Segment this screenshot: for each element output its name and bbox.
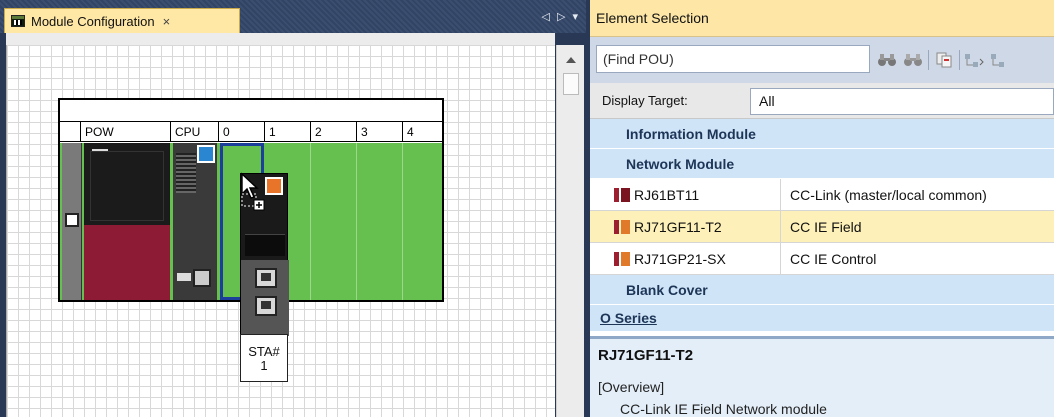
- binoculars-icon[interactable]: [876, 49, 898, 71]
- power-module-face: [90, 151, 164, 221]
- binoculars-next-icon[interactable]: [902, 49, 924, 71]
- display-target-label: Display Target:: [602, 93, 688, 108]
- slot-label-pow: POW: [80, 122, 168, 142]
- column-divider: [780, 179, 781, 211]
- scroll-thumb[interactable]: [563, 73, 579, 95]
- vertical-scrollbar[interactable]: [556, 45, 584, 417]
- detail-overview-label: [Overview]: [598, 379, 665, 395]
- item-name: RJ71GF11-T2: [634, 219, 722, 235]
- slot-label-1: 1: [264, 122, 310, 142]
- tab-nav: ◁ ▷ ▾: [541, 10, 580, 23]
- station-number-label: STA# 1: [240, 334, 288, 382]
- base-left-rail: [62, 143, 82, 300]
- item-description: CC IE Control: [790, 251, 877, 267]
- slot-divider: [402, 143, 403, 300]
- module-face: [245, 234, 285, 256]
- module-configuration-pane: Module Configuration × ◁ ▷ ▾ POW CPU 0 1…: [0, 0, 586, 417]
- column-divider: [780, 211, 781, 243]
- item-description: CC IE Field: [790, 219, 862, 235]
- slot-label-row: POW CPU 0 1 2 3 4: [60, 122, 442, 142]
- module-config-icon: [11, 15, 25, 27]
- document-tab-strip: Module Configuration × ◁ ▷ ▾: [0, 0, 586, 33]
- element-selection-toolbar: [590, 37, 1054, 83]
- copy-icon[interactable]: [933, 49, 955, 71]
- scroll-up-icon[interactable]: [566, 57, 576, 63]
- slot-label-0: 0: [218, 122, 264, 142]
- cpu-module[interactable]: [173, 143, 217, 300]
- tab-module-configuration[interactable]: Module Configuration ×: [4, 8, 240, 33]
- toolbar-separator: [928, 50, 929, 70]
- rail-indicator: [65, 213, 79, 227]
- module-icon: [614, 188, 630, 202]
- detail-description: CC-Link IE Field Network module: [620, 401, 827, 417]
- display-target-select[interactable]: All: [750, 88, 1054, 115]
- slot-label-3: 3: [356, 122, 402, 142]
- drag-cursor-icon: [241, 172, 265, 211]
- series-header[interactable]: O Series: [590, 305, 1054, 331]
- power-supply-module[interactable]: [84, 143, 170, 300]
- list-item-rj61bt11[interactable]: RJ61BT11 CC-Link (master/local common): [590, 179, 1054, 211]
- module-icon: [614, 252, 630, 266]
- tab-list-menu-icon[interactable]: ▾: [572, 11, 580, 23]
- collapse-icon[interactable]: [990, 49, 1012, 71]
- detail-title: RJ71GF11-T2: [598, 347, 694, 364]
- cpu-status-badge: [197, 145, 215, 163]
- slot-label-2: 2: [310, 122, 356, 142]
- category-information-module[interactable]: Information Module: [590, 119, 1054, 149]
- element-selection-pane: Element Selection Display Target: All: [590, 0, 1054, 417]
- item-name: RJ71GP21-SX: [634, 251, 726, 267]
- list-item-rj71gp21-sx[interactable]: RJ71GP21-SX CC IE Control: [590, 243, 1054, 275]
- ethernet-port-2: [255, 296, 277, 316]
- toolbar-icons: [876, 49, 1012, 71]
- module-status-badge: [265, 177, 283, 195]
- display-target-row: Display Target: All: [590, 83, 1054, 119]
- tab-label: Module Configuration: [31, 13, 155, 29]
- power-module-led: [92, 149, 108, 151]
- item-description: CC-Link (master/local common): [790, 187, 987, 203]
- power-module-cover: [84, 225, 170, 300]
- module-lower-face: [241, 260, 289, 336]
- canvas-header-bar: [6, 33, 555, 45]
- tab-scroll-right-icon[interactable]: ▷: [557, 11, 567, 23]
- slot-label-4: 4: [402, 122, 442, 142]
- slot-divider: [356, 143, 357, 300]
- base-unit-header: [60, 100, 442, 122]
- slot-label-cpu: CPU: [170, 122, 218, 142]
- element-list: Information Module Network Module RJ61BT…: [590, 119, 1054, 331]
- list-item-rj71gf11-t2[interactable]: RJ71GF11-T2 CC IE Field: [590, 211, 1054, 243]
- module-icon: [614, 220, 630, 234]
- category-blank-cover[interactable]: Blank Cover: [590, 275, 1054, 305]
- cpu-vent: [176, 153, 196, 193]
- ethernet-port-1: [255, 268, 277, 288]
- tab-scroll-left-icon[interactable]: ◁: [541, 11, 551, 23]
- toolbar-separator: [959, 50, 960, 70]
- category-network-module[interactable]: Network Module: [590, 149, 1054, 179]
- panel-title: Element Selection: [590, 0, 1054, 37]
- cpu-ethernet-port: [193, 269, 211, 287]
- slot-divider: [310, 143, 311, 300]
- element-detail-pane: RJ71GF11-T2 [Overview] CC-Link IE Field …: [590, 336, 1054, 417]
- item-name: RJ61BT11: [634, 187, 700, 203]
- close-icon[interactable]: ×: [163, 14, 171, 29]
- cpu-port-slot: [177, 273, 191, 281]
- search-input[interactable]: [596, 45, 870, 73]
- column-divider: [780, 243, 781, 275]
- expand-icon[interactable]: [964, 49, 986, 71]
